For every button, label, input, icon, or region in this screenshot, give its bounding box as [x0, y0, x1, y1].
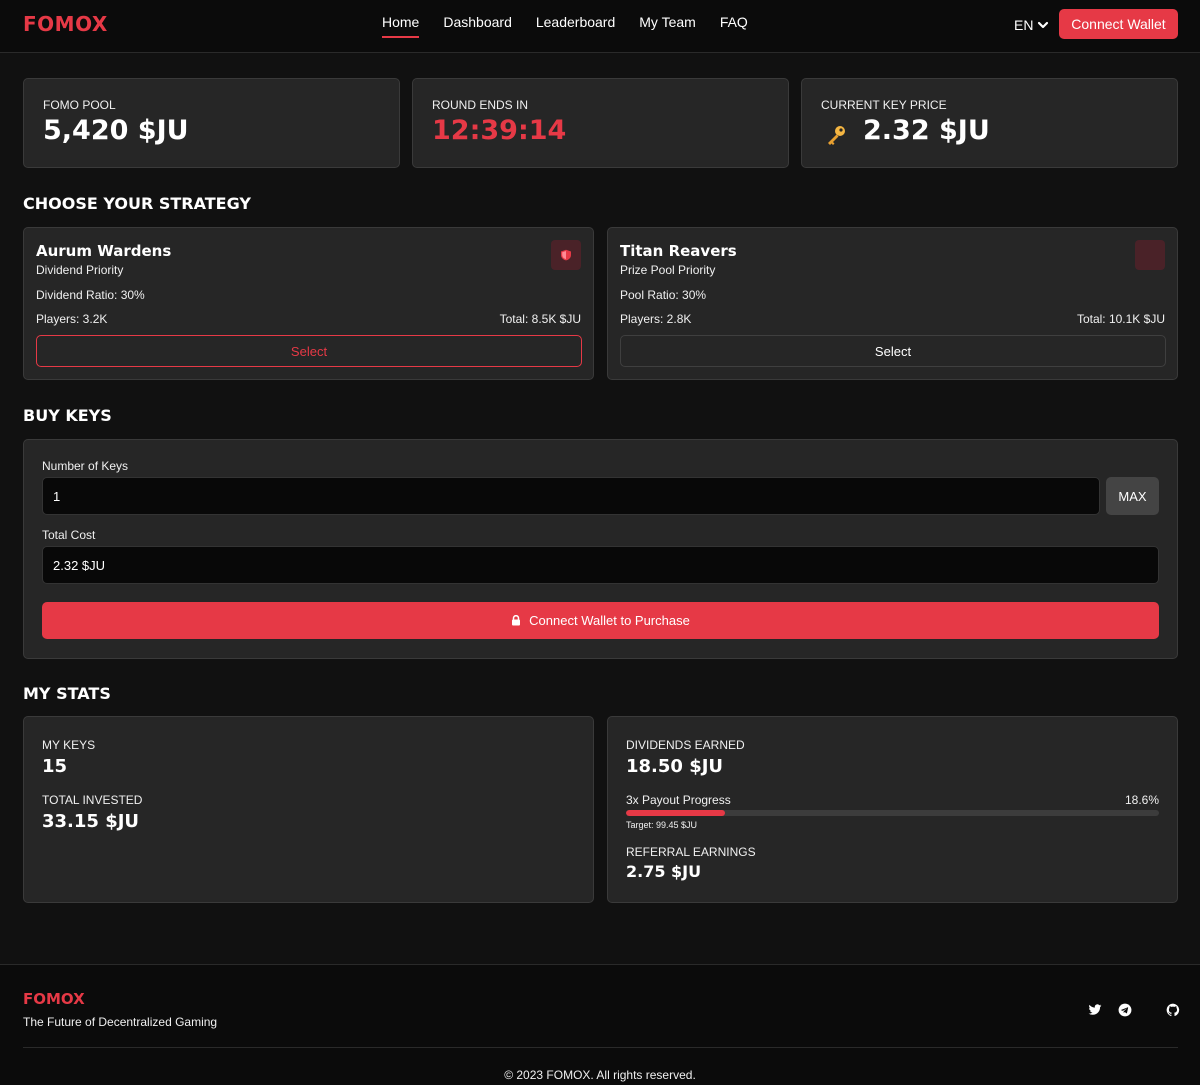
strategy-card-aurum-wardens[interactable]: Aurum Wardens Dividend Priority Dividend…: [23, 227, 594, 380]
nav-my-team[interactable]: My Team: [639, 14, 696, 38]
github-icon[interactable]: [1166, 1003, 1180, 1017]
my-keys-label: MY KEYS: [42, 738, 96, 752]
lock-icon: [512, 615, 521, 626]
fomo-pool-value: 5,420 $JU: [43, 115, 189, 146]
strategy-players: Players: 3.2K: [36, 312, 108, 326]
nav-leaderboard[interactable]: Leaderboard: [536, 14, 615, 38]
top-navbar: FOMOX Home Dashboard Leaderboard My Team…: [0, 0, 1200, 53]
payout-progress-percent: 18.6%: [1124, 793, 1159, 807]
fomo-pool-label: FOMO POOL: [43, 98, 116, 112]
connect-wallet-button[interactable]: Connect Wallet: [1059, 9, 1178, 39]
my-stats-section-title: MY STATS: [23, 684, 111, 703]
language-selector[interactable]: EN: [1014, 17, 1049, 33]
connect-wallet-to-purchase-button[interactable]: Connect Wallet to Purchase: [42, 602, 1159, 639]
strategy-name: Titan Reavers: [620, 242, 737, 260]
strategy-players: Players: 2.8K: [620, 312, 692, 326]
total-invested-value: 33.15 $JU: [42, 811, 140, 832]
nav-home[interactable]: Home: [382, 14, 420, 38]
select-titan-reavers-button[interactable]: Select: [620, 335, 1166, 367]
language-label: EN: [1014, 17, 1034, 33]
strategy-card-titan-reavers[interactable]: Titan Reavers Prize Pool Priority Pool R…: [607, 227, 1178, 380]
strategy-subtitle: Prize Pool Priority: [620, 263, 716, 277]
logo[interactable]: FOMOX: [23, 12, 108, 36]
my-keys-card: MY KEYS 15 TOTAL INVESTED 33.15 $JU: [23, 716, 594, 903]
key-price-label: CURRENT KEY PRICE: [821, 98, 947, 112]
footer-divider: [0, 964, 1200, 965]
my-keys-value: 15: [42, 756, 68, 777]
key-icon: [828, 126, 845, 145]
nav-faq[interactable]: FAQ: [720, 14, 748, 38]
strategy-name: Aurum Wardens: [36, 242, 172, 260]
twitter-icon[interactable]: [1088, 1003, 1102, 1017]
round-ends-label: ROUND ENDS IN: [432, 98, 529, 112]
strategy-badge: [1135, 240, 1165, 270]
purchase-label: Connect Wallet to Purchase: [529, 613, 690, 628]
payout-progress-fill: [626, 810, 726, 816]
strategy-total: Total: 8.5K $JU: [499, 312, 581, 326]
nav-dashboard[interactable]: Dashboard: [443, 14, 512, 38]
main-nav: Home Dashboard Leaderboard My Team FAQ: [382, 14, 772, 38]
dividends-earned-label: DIVIDENDS EARNED: [626, 738, 745, 752]
strategy-subtitle: Dividend Priority: [36, 263, 124, 277]
round-countdown: 12:39:14: [432, 115, 567, 146]
keys-count-input[interactable]: [42, 477, 1100, 515]
shield-icon: [561, 249, 571, 261]
max-button[interactable]: MAX: [1106, 477, 1159, 515]
strategy-section-title: CHOOSE YOUR STRATEGY: [23, 194, 251, 213]
referral-earnings-label: REFERRAL EARNINGS: [626, 845, 756, 859]
round-timer-card: ROUND ENDS IN 12:39:14: [412, 78, 789, 168]
key-price-value: 2.32 $JU: [863, 115, 990, 146]
copyright: © 2023 FOMOX. All rights reserved.: [504, 1068, 696, 1082]
payout-target: Target: 99.45 $JU: [626, 820, 698, 830]
keys-count-label: Number of Keys: [42, 459, 129, 473]
payout-progress-bar: [626, 810, 1159, 816]
footer-divider-bottom: [23, 1047, 1178, 1048]
fomo-pool-card: FOMO POOL 5,420 $JU: [23, 78, 400, 168]
footer-tagline: The Future of Decentralized Gaming: [23, 1015, 218, 1029]
strategy-badge: [551, 240, 581, 270]
select-aurum-wardens-button[interactable]: Select: [36, 335, 582, 367]
key-price-card: CURRENT KEY PRICE 2.32 $JU: [801, 78, 1178, 168]
total-cost-label: Total Cost: [42, 528, 96, 542]
strategy-ratio: Dividend Ratio: 30%: [36, 288, 145, 302]
payout-progress-label: 3x Payout Progress: [626, 793, 731, 807]
strategy-total: Total: 10.1K $JU: [1076, 312, 1165, 326]
total-cost-field: [42, 546, 1159, 584]
footer-logo: FOMOX: [23, 990, 85, 1008]
telegram-icon[interactable]: [1118, 1003, 1132, 1017]
strategy-ratio: Pool Ratio: 30%: [620, 288, 707, 302]
chevron-down-icon: [1038, 21, 1049, 29]
total-invested-label: TOTAL INVESTED: [42, 793, 143, 807]
referral-earnings-value: 2.75 $JU: [626, 862, 702, 881]
buy-keys-section-title: BUY KEYS: [23, 406, 112, 425]
dividends-earned-value: 18.50 $JU: [626, 756, 724, 777]
